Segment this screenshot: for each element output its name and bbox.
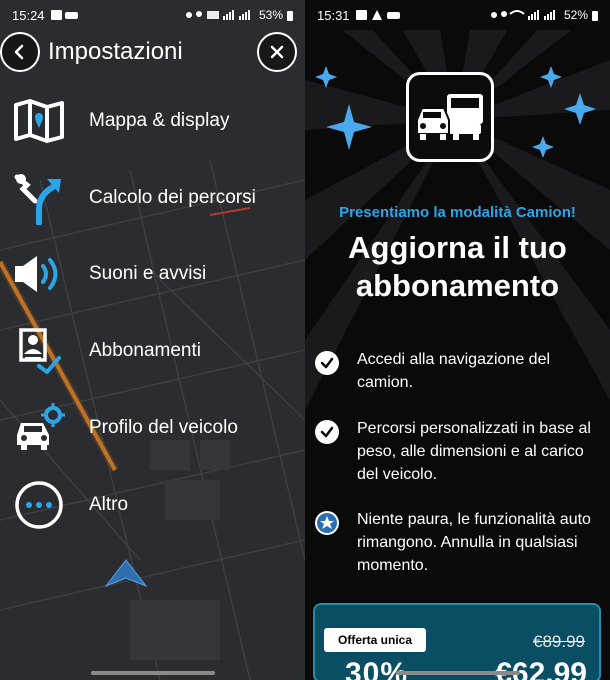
menu-item-label: Profilo del veicolo — [89, 417, 238, 438]
battery-level: 53% — [258, 8, 283, 22]
menu-item-label: Abbonamenti — [89, 340, 201, 361]
old-price: €89.99 — [533, 632, 585, 651]
status-time: 15:24 — [12, 7, 45, 23]
home-indicator[interactable] — [395, 671, 520, 675]
offer-badge: Offerta unica — [324, 628, 427, 652]
feature-item: Percorsi personalizzati in base al peso,… — [315, 417, 605, 486]
back-button[interactable] — [0, 32, 40, 72]
status-bar: 15:24 53% — [0, 0, 305, 30]
menu-item-label: Altro — [89, 494, 129, 515]
home-indicator[interactable] — [90, 671, 215, 675]
page-title: Impostazioni — [48, 38, 183, 65]
new-price: €62.99 — [495, 657, 587, 680]
feature-text: Niente paura, le funzionalità auto riman… — [357, 511, 591, 574]
chevron-left-icon — [14, 44, 24, 60]
menu-item-vehicle-profile[interactable]: Profilo del veicolo — [0, 397, 305, 459]
menu-item-route-planning[interactable]: Calcolo dei percorsi — [0, 167, 305, 229]
signal-icons — [490, 10, 555, 20]
offer-card[interactable]: Offerta unica €89.99 30% €62.99 — [313, 603, 601, 680]
signal-icons — [185, 10, 250, 20]
feature-item: Accedi alla navigazione del camion. — [315, 348, 605, 394]
promo-label: Presentiamo la modalità Camion! — [339, 204, 576, 221]
headline-line: abbonamento — [355, 268, 560, 303]
menu-item-more[interactable]: Altro — [0, 474, 305, 536]
status-time: 15:31 — [317, 7, 350, 23]
menu-item-subscriptions[interactable]: Abbonamenti — [0, 320, 305, 382]
menu-item-label: Calcolo dei percorsi — [89, 187, 256, 208]
discount-percent: 30% — [345, 657, 409, 680]
notification-icons — [50, 10, 78, 20]
close-button[interactable] — [257, 32, 297, 72]
menu-item-sounds-alerts[interactable]: Suoni e avvisi — [0, 243, 305, 305]
upgrade-screen: 15:31 52% Presentiamo la modalità Camion… — [305, 0, 610, 680]
battery-level: 52% — [563, 8, 588, 22]
menu-item-map-display[interactable]: Mappa & display — [0, 90, 305, 152]
feature-text: Percorsi personalizzati in base al peso,… — [357, 420, 591, 483]
more-icon — [12, 478, 66, 532]
settings-screen: 15:24 53% Impostazioni Mappa & display C… — [0, 0, 305, 680]
vehicle-profile-icon — [12, 401, 66, 455]
headline: Aggiorna il tuo abbonamento — [305, 229, 610, 305]
close-icon — [270, 45, 284, 59]
battery-icon — [592, 10, 598, 21]
notification-icons — [355, 10, 400, 20]
route-icon — [12, 171, 66, 225]
battery-icon — [287, 10, 293, 21]
status-bar: 15:31 52% — [305, 0, 610, 30]
feature-text: Accedi alla navigazione del camion. — [357, 351, 551, 391]
truck-mode-tile — [406, 72, 494, 162]
check-icon — [315, 420, 339, 444]
menu-item-label: Suoni e avvisi — [89, 263, 207, 284]
car-and-truck-icon — [416, 94, 483, 140]
map-icon — [12, 94, 66, 148]
feature-item: Niente paura, le funzionalità auto riman… — [315, 508, 605, 577]
top-bar: Impostazioni — [0, 30, 305, 74]
star-icon — [315, 511, 339, 535]
speaker-icon — [12, 247, 66, 301]
subscription-icon — [12, 324, 66, 378]
headline-line: Aggiorna il tuo — [348, 230, 567, 265]
menu-item-label: Mappa & display — [89, 110, 230, 131]
check-icon — [315, 351, 339, 375]
